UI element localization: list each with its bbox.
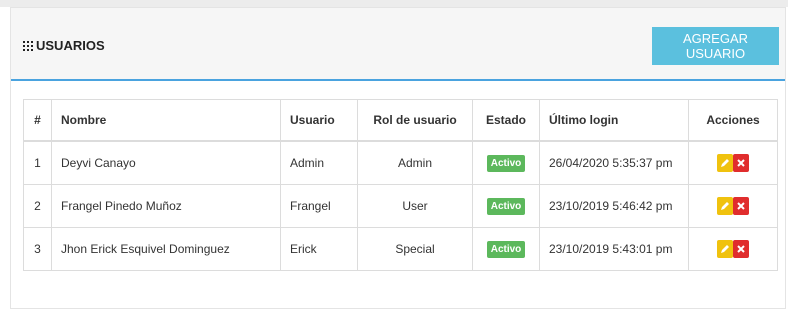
column-header-number: # <box>23 99 52 142</box>
row-ultimo-login: 26/04/2020 5:35:37 pm <box>539 140 689 185</box>
row-nombre: Frangel Pinedo Muñoz <box>51 184 281 228</box>
row-rol: Special <box>357 227 473 271</box>
row-estado-cell: Activo <box>472 184 540 228</box>
panel-header: USUARIOS AGREGAR USUARIO <box>11 8 785 81</box>
row-estado-cell: Activo <box>472 227 540 271</box>
top-strip <box>0 0 788 7</box>
edit-button[interactable] <box>717 154 733 172</box>
pencil-icon <box>721 202 729 210</box>
close-icon <box>737 202 745 210</box>
row-rol: User <box>357 184 473 228</box>
delete-button[interactable] <box>733 197 749 215</box>
row-nombre: Jhon Erick Esquivel Dominguez <box>51 227 281 271</box>
table-row: 3 Jhon Erick Esquivel Dominguez Erick Sp… <box>23 227 778 271</box>
row-rol: Admin <box>357 140 473 185</box>
column-header-nombre: Nombre <box>51 99 281 142</box>
row-nombre: Deyvi Canayo <box>51 140 281 185</box>
table-header-row: # Nombre Usuario Rol de usuario Estado Ú… <box>23 99 778 142</box>
table-row: 1 Deyvi Canayo Admin Admin Activo 26/04/… <box>23 140 778 185</box>
row-actions <box>688 184 778 228</box>
delete-button[interactable] <box>733 154 749 172</box>
column-header-acciones: Acciones <box>688 99 778 142</box>
users-table: # Nombre Usuario Rol de usuario Estado Ú… <box>23 99 778 271</box>
grid-icon <box>23 40 33 51</box>
row-number: 3 <box>23 227 52 271</box>
close-icon <box>737 245 745 253</box>
edit-button[interactable] <box>717 197 733 215</box>
pencil-icon <box>721 245 729 253</box>
row-usuario: Erick <box>280 227 358 271</box>
row-usuario: Frangel <box>280 184 358 228</box>
row-actions <box>688 227 778 271</box>
column-header-ultimo-login: Último login <box>539 99 689 142</box>
page-title: USUARIOS <box>23 38 105 53</box>
row-usuario: Admin <box>280 140 358 185</box>
column-header-rol: Rol de usuario <box>357 99 473 142</box>
row-ultimo-login: 23/10/2019 5:46:42 pm <box>539 184 689 228</box>
row-estado-cell: Activo <box>472 140 540 185</box>
add-user-button[interactable]: AGREGAR USUARIO <box>652 27 779 65</box>
status-badge[interactable]: Activo <box>486 240 526 258</box>
edit-button[interactable] <box>717 240 733 258</box>
table-row: 2 Frangel Pinedo Muñoz Frangel User Acti… <box>23 184 778 228</box>
page-title-text: USUARIOS <box>36 38 105 53</box>
close-icon <box>737 159 745 167</box>
pencil-icon <box>721 159 729 167</box>
status-badge[interactable]: Activo <box>486 197 526 215</box>
row-number: 1 <box>23 140 52 185</box>
users-panel: USUARIOS AGREGAR USUARIO # Nombre Usuari… <box>10 7 786 309</box>
column-header-usuario: Usuario <box>280 99 358 142</box>
row-ultimo-login: 23/10/2019 5:43:01 pm <box>539 227 689 271</box>
row-actions <box>688 140 778 185</box>
column-header-estado: Estado <box>472 99 540 142</box>
row-number: 2 <box>23 184 52 228</box>
delete-button[interactable] <box>733 240 749 258</box>
status-badge[interactable]: Activo <box>486 154 526 172</box>
